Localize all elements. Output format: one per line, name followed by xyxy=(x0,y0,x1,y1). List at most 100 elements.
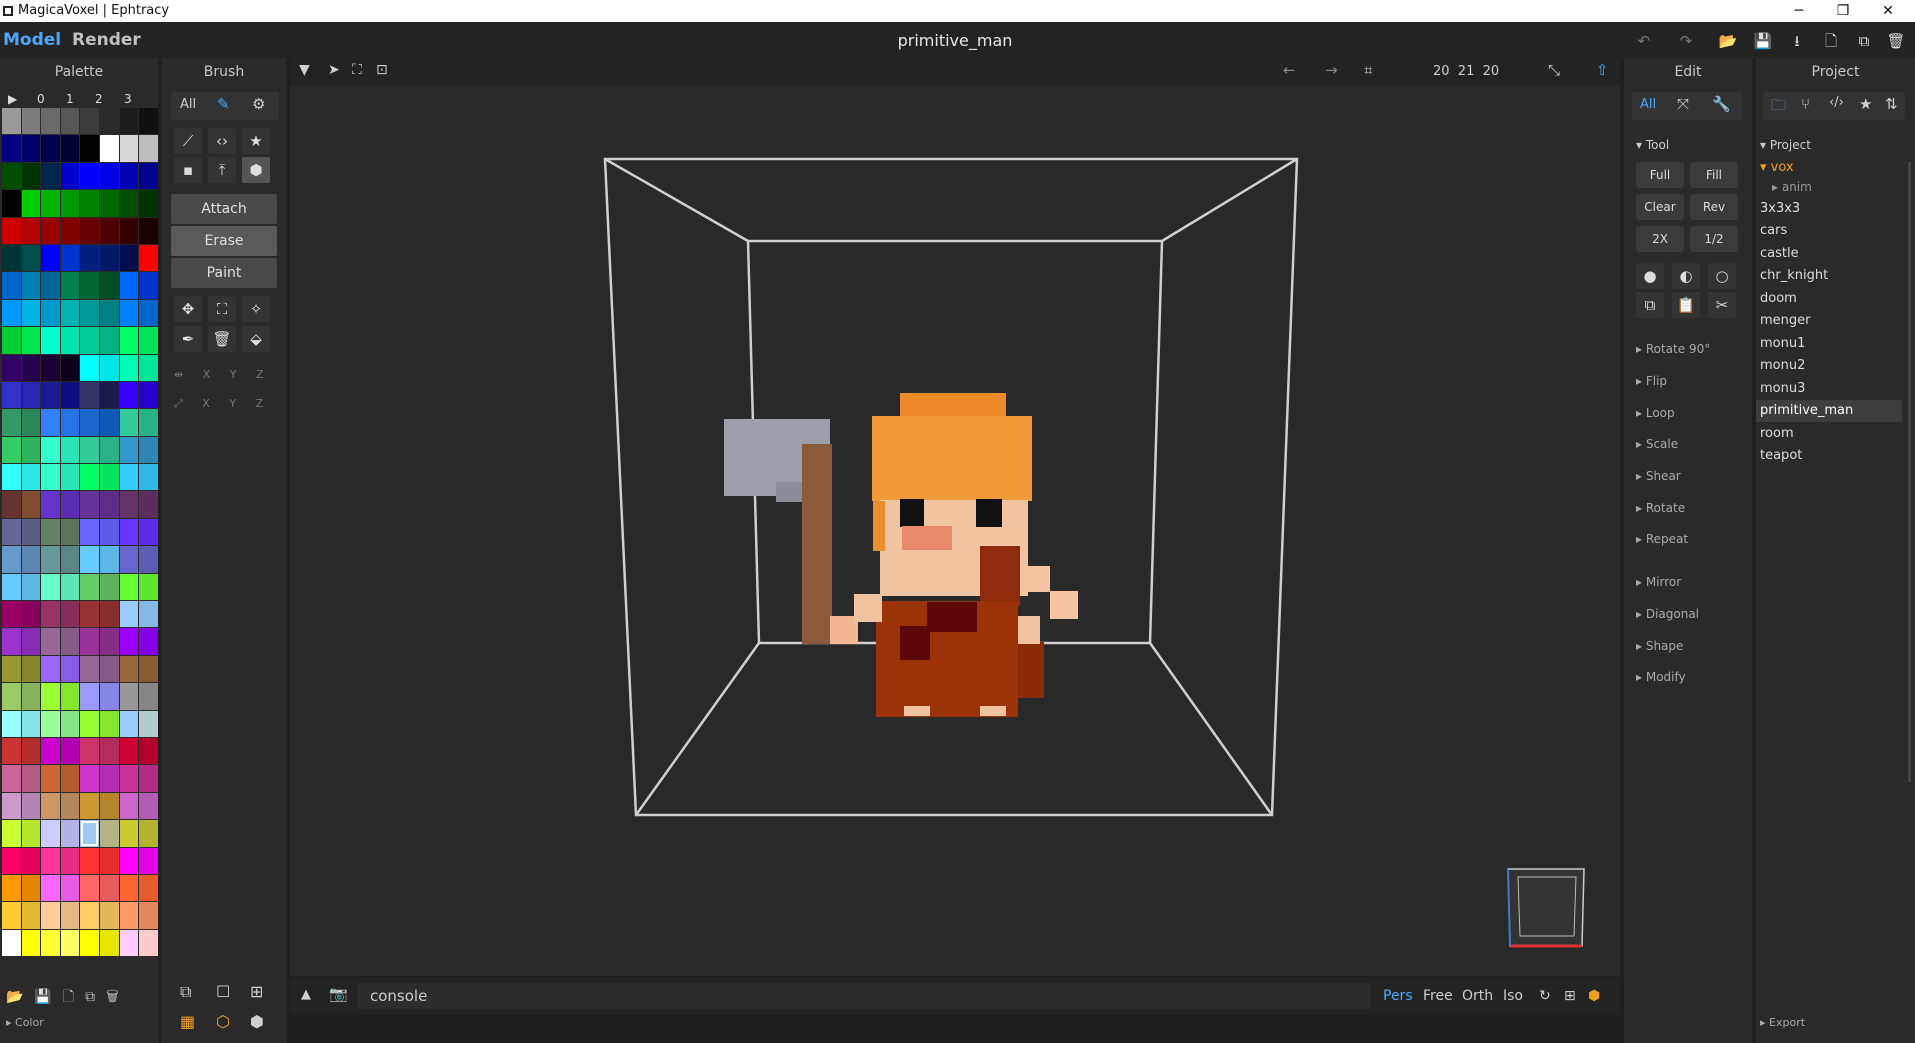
palette-swatch[interactable] xyxy=(139,518,158,546)
palette-swatch[interactable] xyxy=(119,820,139,847)
palette-swatch[interactable] xyxy=(99,108,119,135)
palette-swatch[interactable] xyxy=(2,847,21,874)
palette-swatch[interactable] xyxy=(41,655,60,683)
palette-swatch[interactable] xyxy=(60,710,80,737)
palette-file-icons[interactable]: 📂💾🗋⧉🗑 xyxy=(6,986,130,1010)
palette-swatch[interactable] xyxy=(41,874,60,902)
palette-swatch[interactable] xyxy=(99,847,119,874)
palette-swatch[interactable] xyxy=(139,299,158,327)
palette-swatch[interactable] xyxy=(119,299,139,327)
palette-swatch[interactable] xyxy=(99,710,119,737)
palette-page-2[interactable]: 2 xyxy=(95,92,124,106)
palette-swatch[interactable] xyxy=(80,244,99,272)
palette-swatch[interactable] xyxy=(41,518,60,546)
palette-swatch[interactable] xyxy=(60,628,80,655)
project-item-monu2[interactable]: monu2 xyxy=(1756,355,1902,377)
palette-swatch[interactable] xyxy=(21,135,41,162)
flip-section[interactable]: ▸ Flip xyxy=(1636,374,1667,388)
palette-swatch[interactable] xyxy=(139,573,158,601)
palette-swatch[interactable] xyxy=(2,354,21,381)
minimize-button[interactable]: ─ xyxy=(1777,1,1821,21)
view-grid-icon[interactable]: ⊞ xyxy=(250,982,263,1001)
palette-swatch[interactable] xyxy=(139,409,158,436)
palette-swatch[interactable] xyxy=(80,683,99,710)
palette-swatch[interactable] xyxy=(2,464,21,491)
palette-swatch[interactable] xyxy=(80,491,99,518)
palette-grid[interactable] xyxy=(2,108,158,957)
palette-swatch[interactable] xyxy=(41,491,60,518)
palette-swatch[interactable] xyxy=(80,162,99,190)
nav-right-icon[interactable]: → xyxy=(1325,61,1338,79)
palette-swatch[interactable] xyxy=(139,464,158,491)
palette-swatch[interactable] xyxy=(60,655,80,683)
palette-swatch[interactable] xyxy=(2,217,21,244)
palette-swatch[interactable] xyxy=(60,765,80,792)
view-single-icon[interactable]: ⧉ xyxy=(180,982,191,1002)
viewport-menu-chevron-icon[interactable]: ▼ xyxy=(299,62,310,78)
palette-swatch[interactable] xyxy=(41,244,60,272)
palette-swatch[interactable] xyxy=(60,792,80,820)
paste-icon[interactable]: 📋 xyxy=(1672,292,1700,318)
palette-swatch[interactable] xyxy=(60,601,80,628)
palette-swatch[interactable] xyxy=(99,244,119,272)
palette-swatch[interactable] xyxy=(80,464,99,491)
palette-swatch[interactable] xyxy=(139,190,158,217)
palette-swatch[interactable] xyxy=(60,354,80,381)
palette-swatch[interactable] xyxy=(60,162,80,190)
star-brush-icon[interactable]: ★ xyxy=(242,128,270,154)
palette-swatch[interactable] xyxy=(41,601,60,628)
project-item-room[interactable]: room xyxy=(1756,423,1902,445)
palette-swatch[interactable] xyxy=(119,491,139,518)
palette-swatch[interactable] xyxy=(139,436,158,464)
palette-swatch[interactable] xyxy=(99,272,119,299)
palette-swatch[interactable] xyxy=(80,354,99,381)
palette-swatch[interactable] xyxy=(139,737,158,765)
brush-tab-all[interactable]: All xyxy=(180,97,196,112)
palette-swatch[interactable] xyxy=(41,820,60,847)
palette-swatch[interactable] xyxy=(2,190,21,217)
copy-icon[interactable]: ⧉ xyxy=(1636,292,1664,318)
palette-swatch[interactable] xyxy=(2,820,21,847)
palette-swatch[interactable] xyxy=(139,327,158,354)
palette-swatch[interactable] xyxy=(119,135,139,162)
palette-swatch[interactable] xyxy=(119,710,139,737)
palette-swatch[interactable] xyxy=(2,546,21,573)
palette-swatch[interactable] xyxy=(139,792,158,820)
palette-swatch[interactable] xyxy=(80,792,99,820)
palette-swatch[interactable] xyxy=(80,409,99,436)
save-icon[interactable]: 💾 xyxy=(1752,30,1774,52)
palette-swatch[interactable] xyxy=(99,655,119,683)
palette-swatch[interactable] xyxy=(41,108,60,135)
shear-section[interactable]: ▸ Shear xyxy=(1636,469,1681,483)
select-icon[interactable]: ⛶ xyxy=(208,296,236,322)
palette-swatch[interactable] xyxy=(80,710,99,737)
palette-swatch[interactable] xyxy=(41,299,60,327)
palette-swatch[interactable] xyxy=(139,162,158,190)
model-size-readout[interactable]: 20 21 20 xyxy=(1433,64,1499,79)
palette-swatch[interactable] xyxy=(80,765,99,792)
palette-swatch[interactable] xyxy=(2,299,21,327)
palette-swatch[interactable] xyxy=(60,847,80,874)
project-section-header[interactable]: ▾ Project xyxy=(1760,138,1811,152)
view-frame-icon[interactable]: ☐ xyxy=(216,982,230,1001)
palette-swatch[interactable] xyxy=(21,436,41,464)
color-section[interactable]: ▸ Color xyxy=(6,1016,44,1029)
palette-swatch[interactable] xyxy=(41,902,60,929)
palette-swatch[interactable] xyxy=(2,135,21,162)
palette-swatch[interactable] xyxy=(139,655,158,683)
palette-page-0[interactable]: 0 xyxy=(37,92,66,106)
palette-swatch[interactable] xyxy=(2,792,21,820)
palette-swatch[interactable] xyxy=(41,573,60,601)
palette-swatch[interactable] xyxy=(21,190,41,217)
palette-swatch[interactable] xyxy=(139,874,158,902)
palette-swatch[interactable] xyxy=(41,217,60,244)
palette-swatch[interactable] xyxy=(99,683,119,710)
palette-swatch[interactable] xyxy=(99,737,119,765)
mirror-section[interactable]: ▸ Mirror xyxy=(1636,575,1681,589)
palette-swatch[interactable] xyxy=(60,190,80,217)
maximize-button[interactable]: ❐ xyxy=(1821,1,1865,21)
palette-swatch[interactable] xyxy=(80,327,99,354)
palette-swatch[interactable] xyxy=(21,381,41,409)
palette-swatch[interactable] xyxy=(99,327,119,354)
palette-swatch[interactable] xyxy=(139,765,158,792)
